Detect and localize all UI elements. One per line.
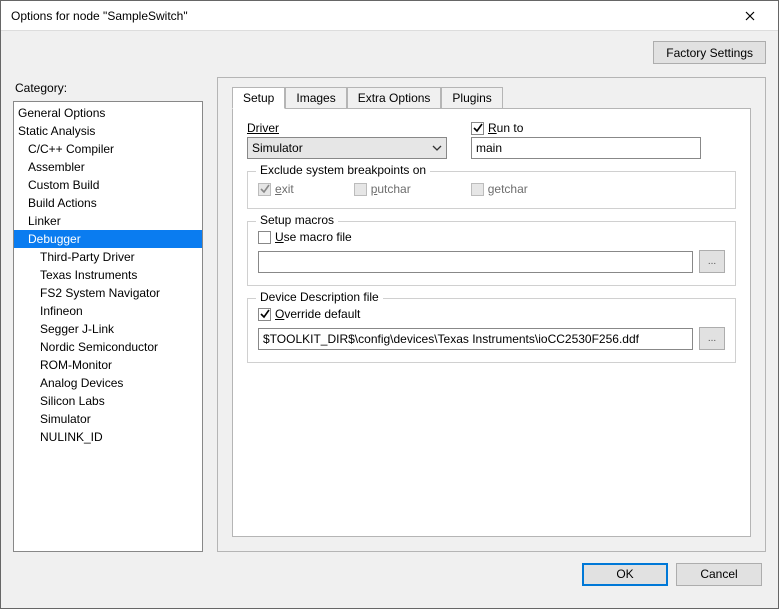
factory-settings-button[interactable]: Factory Settings: [653, 41, 766, 64]
tab-images[interactable]: Images: [285, 87, 346, 109]
exclude-checks: exit putchar getchar: [258, 182, 725, 196]
category-tree[interactable]: General OptionsStatic AnalysisC/C++ Comp…: [13, 101, 203, 552]
driver-label: Driver: [247, 121, 447, 135]
ddf-browse-button[interactable]: ...: [699, 327, 725, 350]
use-macro-checkbox[interactable]: [258, 231, 271, 244]
tree-item-assembler[interactable]: Assembler: [14, 158, 202, 176]
options-panel: SetupImagesExtra OptionsPlugins Driver S…: [217, 77, 766, 552]
dialog-footer: OK Cancel: [13, 552, 766, 596]
ddf-group: Device Description file Override default…: [247, 298, 736, 363]
tree-item-static-analysis[interactable]: Static Analysis: [14, 122, 202, 140]
category-column: Category: General OptionsStatic Analysis…: [13, 81, 203, 552]
category-label: Category:: [15, 81, 203, 95]
tab-page-setup: Driver Simulator Run to: [232, 108, 751, 537]
tab-plugins[interactable]: Plugins: [441, 87, 502, 109]
putchar-checkbox: [354, 183, 367, 196]
exit-checkbox: [258, 183, 271, 196]
exclude-group-title: Exclude system breakpoints on: [256, 163, 430, 177]
ddf-path-input[interactable]: [258, 328, 693, 350]
main-row: Category: General OptionsStatic Analysis…: [13, 41, 766, 552]
close-icon: [745, 11, 755, 21]
ddf-group-title: Device Description file: [256, 290, 383, 304]
top-button-row: Factory Settings: [217, 41, 766, 73]
tree-item-fs2-system-navigator[interactable]: FS2 System Navigator: [14, 284, 202, 302]
tree-item-rom-monitor[interactable]: ROM-Monitor: [14, 356, 202, 374]
ok-button[interactable]: OK: [582, 563, 668, 586]
run-to-field: Run to: [471, 121, 701, 159]
macro-path-input[interactable]: [258, 251, 693, 273]
override-default-checkbox[interactable]: [258, 308, 271, 321]
options-dialog: Options for node "SampleSwitch" Category…: [0, 0, 779, 609]
driver-runto-row: Driver Simulator Run to: [247, 121, 736, 159]
tree-item-linker[interactable]: Linker: [14, 212, 202, 230]
use-macro-label: Use macro file: [275, 230, 352, 244]
window-title: Options for node "SampleSwitch": [11, 9, 730, 23]
macros-group-title: Setup macros: [256, 213, 338, 227]
tree-item-nordic-semiconductor[interactable]: Nordic Semiconductor: [14, 338, 202, 356]
tree-item-c-c-compiler[interactable]: C/C++ Compiler: [14, 140, 202, 158]
run-to-label: Run to: [488, 121, 523, 135]
tree-item-custom-build[interactable]: Custom Build: [14, 176, 202, 194]
tab-setup[interactable]: Setup: [232, 87, 285, 109]
macro-browse-button[interactable]: ...: [699, 250, 725, 273]
tree-item-third-party-driver[interactable]: Third-Party Driver: [14, 248, 202, 266]
tree-item-texas-instruments[interactable]: Texas Instruments: [14, 266, 202, 284]
getchar-label: getchar: [488, 182, 528, 196]
tab-strip: SetupImagesExtra OptionsPlugins: [232, 86, 503, 108]
chevron-down-icon: [432, 142, 442, 156]
putchar-label: putchar: [371, 182, 411, 196]
driver-combo[interactable]: Simulator: [247, 137, 447, 159]
macros-group: Setup macros Use macro file ...: [247, 221, 736, 286]
driver-field: Driver Simulator: [247, 121, 447, 159]
right-column: Factory Settings SetupImagesExtra Option…: [217, 41, 766, 552]
tree-item-infineon[interactable]: Infineon: [14, 302, 202, 320]
driver-combo-value: Simulator: [252, 141, 303, 155]
tree-item-nulink-id[interactable]: NULINK_ID: [14, 428, 202, 446]
run-to-input[interactable]: [471, 137, 701, 159]
dialog-body: Category: General OptionsStatic Analysis…: [1, 31, 778, 608]
cancel-button[interactable]: Cancel: [676, 563, 762, 586]
tree-item-simulator[interactable]: Simulator: [14, 410, 202, 428]
tree-item-build-actions[interactable]: Build Actions: [14, 194, 202, 212]
exclude-group: Exclude system breakpoints on exit putch…: [247, 171, 736, 209]
tab-extra-options[interactable]: Extra Options: [347, 87, 442, 109]
tree-item-silicon-labs[interactable]: Silicon Labs: [14, 392, 202, 410]
close-button[interactable]: [730, 2, 770, 30]
tree-item-general-options[interactable]: General Options: [14, 104, 202, 122]
override-default-label: Override default: [275, 307, 360, 321]
tree-item-segger-j-link[interactable]: Segger J-Link: [14, 320, 202, 338]
run-to-checkbox[interactable]: [471, 122, 484, 135]
getchar-checkbox: [471, 183, 484, 196]
tree-item-debugger[interactable]: Debugger: [14, 230, 202, 248]
exit-label: exit: [275, 182, 294, 196]
tree-item-analog-devices[interactable]: Analog Devices: [14, 374, 202, 392]
titlebar: Options for node "SampleSwitch": [1, 1, 778, 31]
